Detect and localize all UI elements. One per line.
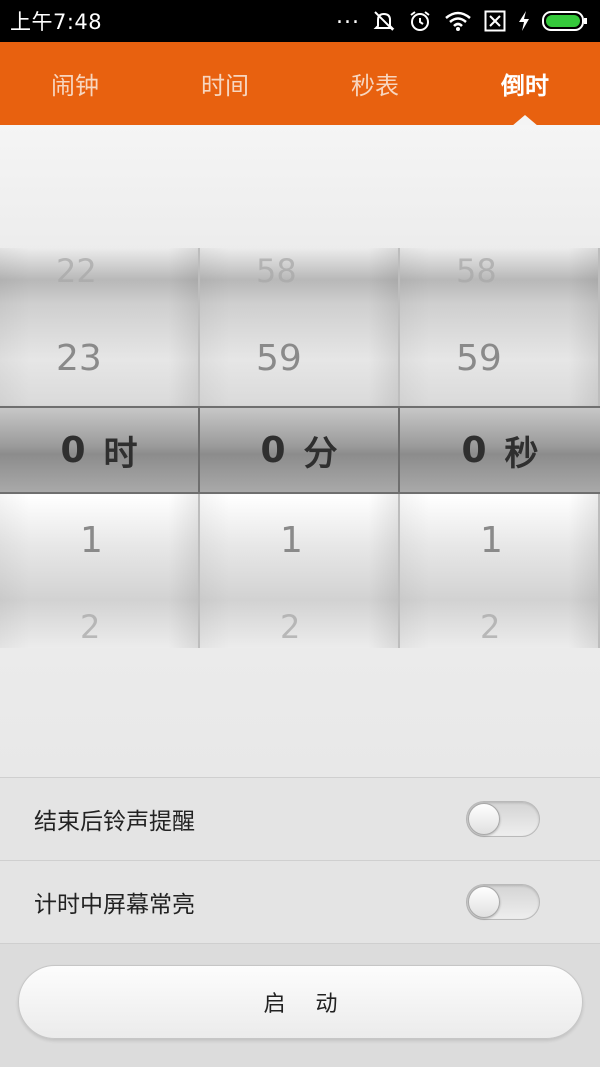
tab-stopwatch[interactable]: 秒表 bbox=[300, 42, 450, 125]
tab-clock-label: 时间 bbox=[201, 72, 249, 100]
bottom-bar: 启动 bbox=[0, 943, 600, 1067]
seconds-unit: 秒 bbox=[504, 433, 539, 474]
battery-icon bbox=[542, 10, 588, 32]
minutes-selected[interactable]: 0 分 bbox=[200, 408, 400, 492]
seconds-far-next: 2 bbox=[480, 608, 501, 646]
tab-clock[interactable]: 时间 bbox=[150, 42, 300, 125]
tab-alarm-label: 闹钟 bbox=[51, 72, 99, 100]
tab-bar: 闹钟 时间 秒表 倒时 bbox=[0, 42, 600, 126]
seconds-selected[interactable]: 0 秒 bbox=[400, 408, 600, 492]
setting-keep-screen-on-label: 计时中屏幕常亮 bbox=[34, 892, 195, 918]
seconds-next: 1 bbox=[480, 520, 503, 561]
seconds-far-prev: 58 bbox=[456, 252, 497, 290]
tab-stopwatch-label: 秒表 bbox=[351, 72, 399, 100]
minutes-selected-value: 0 bbox=[260, 429, 286, 471]
minutes-next: 1 bbox=[280, 520, 303, 561]
hours-far-next: 2 bbox=[80, 608, 101, 646]
silent-icon bbox=[372, 9, 396, 33]
toggle-knob bbox=[468, 803, 500, 835]
picker-selection-band: 0 时 0 分 0 秒 bbox=[0, 406, 600, 494]
setting-keep-screen-on[interactable]: 计时中屏幕常亮 bbox=[0, 860, 600, 943]
minutes-unit: 分 bbox=[303, 433, 338, 474]
timer-panel: 22 23 1 2 58 59 1 2 58 59 1 2 0 时 0 分 0 … bbox=[0, 125, 600, 777]
toggle-knob bbox=[468, 886, 500, 918]
setting-ring-on-finish[interactable]: 结束后铃声提醒 bbox=[0, 777, 600, 860]
no-sim-icon bbox=[484, 10, 506, 32]
hours-far-prev: 22 bbox=[56, 252, 97, 290]
hours-selected-value: 0 bbox=[60, 429, 86, 471]
ring-on-finish-toggle[interactable] bbox=[466, 801, 540, 837]
minutes-far-next: 2 bbox=[280, 608, 301, 646]
minutes-prev: 59 bbox=[256, 338, 302, 379]
tab-timer[interactable]: 倒时 bbox=[450, 42, 600, 126]
status-icons: ... bbox=[336, 4, 588, 33]
tab-alarm[interactable]: 闹钟 bbox=[0, 42, 150, 125]
hours-unit: 时 bbox=[103, 433, 138, 474]
hours-selected[interactable]: 0 时 bbox=[0, 408, 200, 492]
wifi-icon bbox=[444, 10, 472, 32]
alarm-clock-icon bbox=[408, 9, 432, 33]
setting-ring-on-finish-label: 结束后铃声提醒 bbox=[34, 809, 195, 835]
charging-icon bbox=[518, 10, 530, 32]
minutes-far-prev: 58 bbox=[256, 252, 297, 290]
status-time: 上午7:48 bbox=[10, 10, 103, 34]
tab-timer-label: 倒时 bbox=[501, 72, 549, 100]
time-picker[interactable]: 22 23 1 2 58 59 1 2 58 59 1 2 0 时 0 分 0 … bbox=[0, 248, 600, 648]
overflow-dots: ... bbox=[336, 4, 360, 29]
seconds-selected-value: 0 bbox=[461, 429, 487, 471]
hours-next: 1 bbox=[80, 520, 103, 561]
seconds-prev: 59 bbox=[456, 338, 502, 379]
keep-screen-on-toggle[interactable] bbox=[466, 884, 540, 920]
hours-prev: 23 bbox=[56, 338, 102, 379]
start-button[interactable]: 启动 bbox=[18, 965, 583, 1039]
status-bar: 上午7:48 ... bbox=[0, 0, 600, 42]
